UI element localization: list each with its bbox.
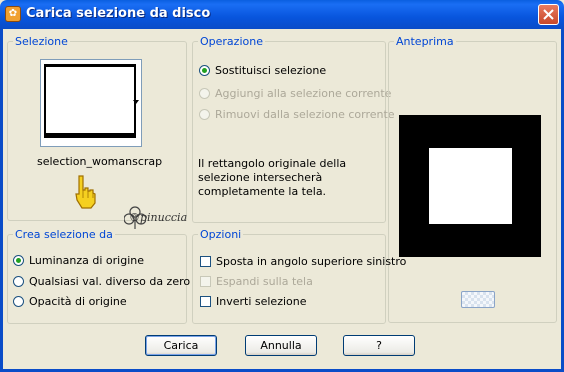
checkbox[interactable] bbox=[200, 276, 211, 287]
help-button[interactable]: ? bbox=[343, 335, 415, 356]
radio-button[interactable] bbox=[13, 276, 24, 287]
radio-label: Aggiungi alla selezione corrente bbox=[215, 87, 392, 100]
close-icon bbox=[543, 9, 554, 20]
radio-rimuovi[interactable]: Rimuovi dalla selezione corrente bbox=[199, 108, 395, 121]
crea-group-label: Crea selezione da bbox=[13, 228, 115, 241]
pointing-hand-icon bbox=[75, 175, 96, 209]
radio-luminanza[interactable]: Luminanza di origine bbox=[13, 254, 144, 267]
radio-button[interactable] bbox=[199, 88, 210, 99]
selezione-group-label: Selezione bbox=[13, 35, 70, 48]
load-button[interactable]: Carica bbox=[145, 335, 217, 356]
selection-filename: selection_womanscrap bbox=[37, 155, 163, 168]
radio-sostituisci[interactable]: Sostituisci selezione bbox=[199, 64, 326, 77]
close-button[interactable] bbox=[538, 4, 559, 25]
selection-thumbnail bbox=[44, 64, 136, 138]
checkbox-espandi[interactable]: Espandi sulla tela bbox=[200, 275, 313, 288]
radio-qualsiasi[interactable]: Qualsiasi val. diverso da zero bbox=[13, 275, 190, 288]
preview-selection bbox=[429, 148, 512, 224]
operazione-group-label: Operazione bbox=[198, 35, 265, 48]
checkbox-inverti[interactable]: Inverti selezione bbox=[200, 295, 307, 308]
title-bar[interactable]: ✿ Carica selezione da disco bbox=[0, 0, 564, 29]
radio-label: Opacità di origine bbox=[29, 295, 127, 308]
radio-button[interactable] bbox=[199, 109, 210, 120]
preview-canvas bbox=[399, 115, 541, 257]
operazione-message: Il rettangolo originale della selezione … bbox=[198, 157, 347, 198]
preview-toggle-button[interactable] bbox=[461, 291, 495, 308]
radio-opacita[interactable]: Opacità di origine bbox=[13, 295, 127, 308]
checkbox-label: Espandi sulla tela bbox=[216, 275, 313, 288]
checkbox-sposta[interactable]: Sposta in angolo superiore sinistro bbox=[200, 255, 406, 268]
watermark-logo: ©pinuccia bbox=[124, 206, 198, 230]
radio-label: Qualsiasi val. diverso da zero bbox=[29, 275, 191, 288]
checkbox-label: Sposta in angolo superiore sinistro bbox=[216, 255, 407, 268]
checkbox[interactable] bbox=[200, 256, 211, 267]
radio-label: Sostituisci selezione bbox=[215, 64, 327, 77]
app-icon: ✿ bbox=[5, 6, 21, 22]
watermark-text: ©pinuccia bbox=[129, 211, 188, 224]
radio-button[interactable] bbox=[13, 296, 24, 307]
checkbox-label: Inverti selezione bbox=[216, 295, 307, 308]
radio-button[interactable] bbox=[199, 65, 210, 76]
radio-label: Rimuovi dalla selezione corrente bbox=[215, 108, 395, 121]
anteprima-group-label: Anteprima bbox=[394, 35, 456, 48]
window-title: Carica selezione da disco bbox=[26, 6, 211, 21]
opzioni-group-label: Opzioni bbox=[198, 228, 244, 241]
selection-picker[interactable] bbox=[40, 59, 142, 147]
radio-aggiungi[interactable]: Aggiungi alla selezione corrente bbox=[199, 87, 391, 100]
radio-label: Luminanza di origine bbox=[29, 254, 144, 267]
picker-dropdown-arrow-icon bbox=[133, 100, 139, 104]
radio-button[interactable] bbox=[13, 255, 24, 266]
checkbox[interactable] bbox=[200, 296, 211, 307]
cancel-button[interactable]: Annulla bbox=[245, 335, 317, 356]
